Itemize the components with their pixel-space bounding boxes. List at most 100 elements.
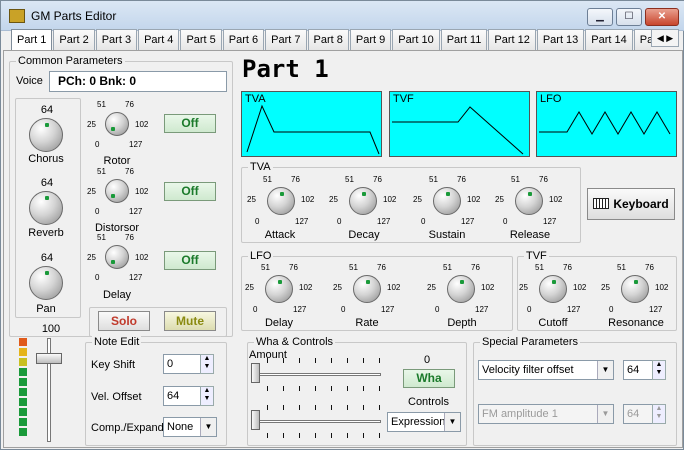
release-knob[interactable] bbox=[515, 187, 543, 215]
rotor-scale-76: 76 bbox=[125, 100, 134, 109]
wha-controls-slider-thumb[interactable] bbox=[251, 410, 260, 430]
cutoff-label: Cutoff bbox=[538, 317, 568, 329]
cutoff-knob[interactable] bbox=[539, 275, 567, 303]
vel-offset-spinner[interactable]: ▲ ▼ bbox=[200, 386, 214, 406]
comp-expand-select[interactable]: None ▼ bbox=[163, 417, 217, 437]
note-edit-title: Note Edit bbox=[92, 336, 142, 348]
lfo-delay-scale-51: 51 bbox=[261, 263, 270, 272]
tab-part-2[interactable]: Part 2 bbox=[53, 29, 95, 50]
slider-tick bbox=[347, 358, 348, 363]
chevron-down-icon[interactable]: ▼ bbox=[597, 361, 613, 379]
slider-tick bbox=[283, 386, 284, 391]
wha-controls-slider[interactable] bbox=[253, 420, 381, 423]
controls-select[interactable]: Expression ▼ bbox=[387, 412, 461, 432]
mute-button[interactable]: Mute bbox=[164, 311, 216, 331]
lfo-depth-label: Depth bbox=[447, 317, 477, 329]
wha-controls-ticks-bottom bbox=[267, 433, 381, 438]
volume-slider-thumb[interactable] bbox=[36, 353, 62, 364]
solo-button[interactable]: Solo bbox=[98, 311, 150, 331]
sustain-knob[interactable] bbox=[433, 187, 461, 215]
delay-knob[interactable] bbox=[105, 245, 129, 269]
rotor-off-button[interactable]: Off bbox=[164, 114, 216, 133]
vu-led bbox=[19, 418, 27, 426]
chevron-down-icon[interactable]: ▼ bbox=[200, 418, 216, 436]
lfo-rate-knob[interactable] bbox=[353, 275, 381, 303]
tab-part-1[interactable]: Part 1 bbox=[11, 29, 53, 51]
tab-part-10[interactable]: Part 10 bbox=[392, 29, 440, 50]
rotor-scale-0: 0 bbox=[95, 140, 100, 149]
distorsor-knob[interactable] bbox=[105, 179, 129, 203]
tab-scroll-left-icon[interactable]: ◀ bbox=[657, 33, 664, 43]
tab-part-14[interactable]: Part 14 bbox=[585, 29, 633, 50]
decay-knob[interactable] bbox=[349, 187, 377, 215]
tab-scroll-right-icon[interactable]: ▶ bbox=[666, 33, 673, 43]
release-scale-102: 102 bbox=[549, 195, 563, 204]
tab-part-7[interactable]: Part 7 bbox=[265, 29, 307, 50]
key-shift-spinner[interactable]: ▲ ▼ bbox=[200, 354, 214, 374]
lfo-group-title: LFO bbox=[248, 250, 274, 262]
wha-amount-slider[interactable] bbox=[253, 373, 381, 376]
special-param-1-input[interactable]: 64 bbox=[623, 360, 653, 380]
special-param-2-spinner[interactable]: ▲ ▼ bbox=[652, 404, 666, 424]
delay-label: Delay bbox=[102, 289, 132, 301]
special-param-1-spinner[interactable]: ▲ ▼ bbox=[652, 360, 666, 380]
key-shift-input[interactable]: 0 bbox=[163, 354, 201, 374]
vel-offset-input[interactable]: 64 bbox=[163, 386, 201, 406]
maximize-button[interactable]: ☐ bbox=[616, 8, 642, 26]
tab-part-6[interactable]: Part 6 bbox=[222, 29, 265, 50]
wha-button[interactable]: Wha bbox=[403, 369, 455, 388]
vu-led bbox=[19, 408, 27, 416]
title-bar: GM Parts Editor ▁ ☐ ✕ bbox=[1, 1, 684, 31]
voice-field[interactable]: PCh: 0 Bnk: 0 bbox=[49, 71, 227, 92]
rotor-knob[interactable] bbox=[105, 112, 129, 136]
release-scale-76: 76 bbox=[539, 175, 548, 184]
chevron-down-icon[interactable]: ▼ bbox=[597, 405, 613, 423]
slider-tick bbox=[379, 358, 380, 363]
distorsor-off-button[interactable]: Off bbox=[164, 182, 216, 201]
attack-scale-51: 51 bbox=[263, 175, 272, 184]
delay-off-button[interactable]: Off bbox=[164, 251, 216, 270]
tab-part-11[interactable]: Part 11 bbox=[440, 29, 488, 50]
chorus-knob[interactable] bbox=[29, 118, 63, 152]
resonance-knob[interactable] bbox=[621, 275, 649, 303]
cutoff-scale-102: 102 bbox=[573, 283, 587, 292]
special-param-1-select[interactable]: Velocity filter offset ▼ bbox=[478, 360, 614, 380]
tab-part-12[interactable]: Part 12 bbox=[488, 29, 536, 50]
minimize-button[interactable]: ▁ bbox=[587, 8, 613, 26]
chevron-down-icon[interactable]: ▼ bbox=[444, 413, 460, 431]
tab-part-5[interactable]: Part 5 bbox=[180, 29, 222, 50]
close-button[interactable]: ✕ bbox=[645, 8, 679, 26]
tab-part-9[interactable]: Part 9 bbox=[349, 29, 392, 50]
resonance-scale-102: 102 bbox=[655, 283, 669, 292]
sustain-knob-indicator bbox=[446, 192, 450, 196]
reverb-knob[interactable] bbox=[29, 191, 63, 225]
lfo-rate-label: Rate bbox=[355, 317, 379, 329]
wha-amount-slider-thumb[interactable] bbox=[251, 363, 260, 383]
slider-tick bbox=[267, 358, 268, 363]
lfo-delay-knob[interactable] bbox=[265, 275, 293, 303]
sustain-label: Sustain bbox=[428, 229, 466, 241]
app-icon bbox=[9, 9, 25, 23]
tab-part-8[interactable]: Part 8 bbox=[307, 29, 349, 50]
cutoff-knob-assembly: 51 76 25 102 0 127 bbox=[519, 263, 589, 319]
chorus-knob-indicator bbox=[45, 123, 49, 127]
special-param-2-select[interactable]: FM amplitude 1 ▼ bbox=[478, 404, 614, 424]
pan-knob[interactable] bbox=[29, 266, 63, 300]
tab-part-4[interactable]: Part 4 bbox=[138, 29, 180, 50]
keyboard-button[interactable]: Keyboard bbox=[587, 188, 675, 220]
comp-expand-label: Comp./Expand bbox=[91, 422, 164, 434]
slider-tick bbox=[299, 358, 300, 363]
attack-knob-indicator bbox=[280, 192, 284, 196]
slider-tick bbox=[283, 405, 284, 410]
lfo-depth-knob[interactable] bbox=[447, 275, 475, 303]
controls-label: Controls bbox=[408, 396, 449, 408]
tab-part-3[interactable]: Part 3 bbox=[95, 29, 138, 50]
tab-part-15[interactable]: Par bbox=[633, 29, 651, 50]
lfo-delay-scale-102: 102 bbox=[299, 283, 313, 292]
release-scale-127: 127 bbox=[543, 217, 557, 226]
tab-part-13[interactable]: Part 13 bbox=[536, 29, 585, 50]
special-param-2-value: FM amplitude 1 bbox=[482, 408, 558, 420]
special-param-2-input[interactable]: 64 bbox=[623, 404, 653, 424]
volume-value: 100 bbox=[41, 323, 61, 335]
attack-knob[interactable] bbox=[267, 187, 295, 215]
